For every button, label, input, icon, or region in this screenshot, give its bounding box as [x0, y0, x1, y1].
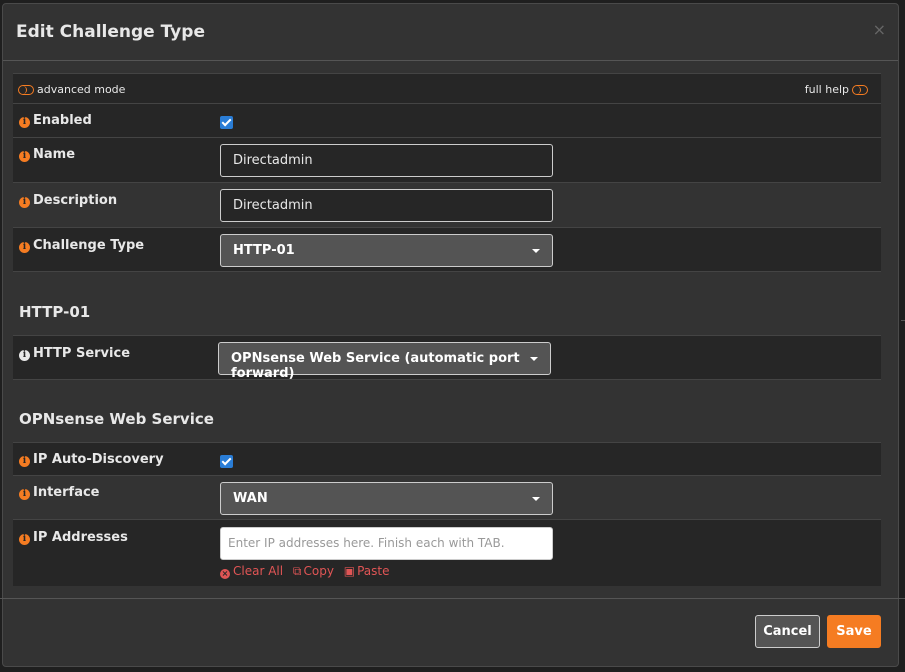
clear-all-button[interactable]: × Clear All: [220, 564, 284, 579]
description-label-wrap: i Description: [19, 193, 117, 208]
times-circle-icon: ×: [220, 569, 230, 579]
challenge-type-select[interactable]: HTTP-01: [220, 234, 553, 267]
name-label-wrap: i Name: [19, 147, 75, 162]
interface-select[interactable]: WAN: [220, 482, 553, 515]
description-label: Description: [33, 193, 118, 208]
name-row: i Name Directadmin: [13, 138, 881, 183]
ip-auto-discovery-label: IP Auto-Discovery: [33, 452, 164, 467]
ip-addresses-input[interactable]: Enter IP addresses here. Finish each wit…: [220, 527, 553, 560]
info-icon[interactable]: i: [19, 456, 30, 467]
ip-auto-discovery-row: i IP Auto-Discovery: [13, 442, 881, 476]
http-service-label-wrap: i HTTP Service: [19, 346, 130, 361]
enabled-checkbox[interactable]: [220, 116, 233, 129]
ip-auto-discovery-label-wrap: i IP Auto-Discovery: [19, 452, 164, 467]
challenge-type-value: HTTP-01: [233, 243, 295, 258]
full-help-toggle[interactable]: full help: [805, 83, 868, 96]
background-divider: [901, 320, 905, 321]
save-button[interactable]: Save: [827, 615, 881, 648]
close-icon[interactable]: ×: [873, 20, 886, 39]
info-icon[interactable]: i: [19, 350, 30, 361]
copy-button[interactable]: ⧉ Copy: [293, 564, 334, 578]
info-icon[interactable]: i: [19, 197, 30, 208]
enabled-row: i Enabled: [13, 104, 881, 138]
description-input[interactable]: Directadmin: [220, 189, 553, 222]
interface-label: Interface: [33, 485, 100, 500]
toggle-off-icon: [18, 85, 34, 95]
info-icon[interactable]: i: [19, 151, 30, 162]
advanced-mode-label: advanced mode: [37, 83, 126, 96]
interface-value: WAN: [233, 491, 268, 506]
copy-label: Copy: [303, 564, 334, 578]
info-icon[interactable]: i: [19, 242, 30, 253]
ip-addresses-label: IP Addresses: [33, 530, 128, 545]
advanced-mode-toggle[interactable]: advanced mode: [18, 83, 125, 96]
modal-header: Edit Challenge Type ×: [3, 4, 898, 61]
ip-addresses-row: i IP Addresses Enter IP addresses here. F…: [13, 520, 881, 586]
http-service-label: HTTP Service: [33, 346, 131, 361]
http-service-row: i HTTP Service OPNsense Web Service (auto…: [13, 335, 881, 381]
challenge-type-label: Challenge Type: [33, 238, 145, 253]
cancel-button[interactable]: Cancel: [755, 615, 820, 648]
enabled-label: Enabled: [33, 113, 92, 128]
caret-down-icon: [532, 249, 540, 253]
help-toolbar: advanced mode full help: [13, 73, 881, 104]
section-http01-title: HTTP-01: [19, 303, 91, 321]
http-service-value: OPNsense Web Service (automatic port for…: [231, 351, 520, 381]
info-icon[interactable]: i: [19, 534, 30, 545]
interface-row: i Interface WAN: [13, 476, 881, 520]
http-service-select[interactable]: OPNsense Web Service (automatic port for…: [218, 342, 551, 381]
paste-label: Paste: [357, 564, 390, 578]
info-icon[interactable]: i: [19, 117, 30, 128]
ip-auto-discovery-checkbox[interactable]: [220, 455, 233, 468]
name-label: Name: [33, 147, 76, 162]
caret-down-icon: [532, 497, 540, 501]
description-row: i Description Directadmin: [13, 183, 881, 228]
paste-icon: ▣: [343, 564, 356, 578]
section-opnsense-web-title: OPNsense Web Service: [19, 410, 214, 428]
info-icon[interactable]: i: [19, 489, 30, 500]
ip-addresses-actions: × Clear All ⧉ Copy ▣ Paste: [220, 564, 396, 579]
ip-addresses-label-wrap: i IP Addresses: [19, 530, 128, 545]
clear-all-label: Clear All: [233, 564, 284, 578]
toggle-off-icon: [852, 85, 868, 95]
full-help-label: full help: [804, 83, 849, 96]
interface-label-wrap: i Interface: [19, 485, 100, 500]
caret-down-icon: [530, 357, 538, 361]
challenge-type-row: i Challenge Type HTTP-01: [13, 228, 881, 272]
challenge-type-label-wrap: i Challenge Type: [19, 238, 144, 253]
enabled-label-wrap: i Enabled: [19, 113, 92, 128]
copy-icon: ⧉: [292, 564, 302, 578]
modal-footer-divider: [0, 598, 905, 599]
modal-title: Edit Challenge Type: [16, 22, 205, 42]
name-input[interactable]: Directadmin: [220, 144, 553, 177]
paste-button[interactable]: ▣ Paste: [344, 564, 390, 578]
